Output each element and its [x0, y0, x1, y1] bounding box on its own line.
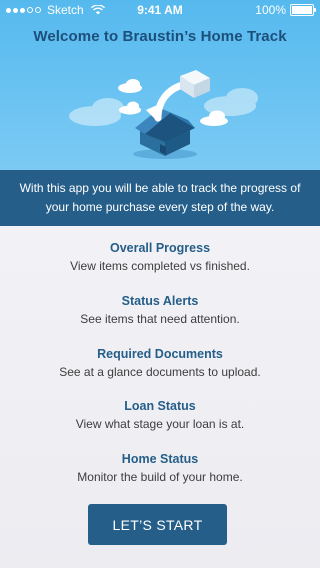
battery-icon — [290, 4, 316, 16]
feature-title: Overall Progress — [109, 241, 211, 255]
intro-text: With this app you will be able to track … — [19, 181, 301, 214]
feature-description: See at a glance documents to upload. — [59, 365, 261, 379]
status-right: 100% — [255, 3, 316, 17]
intro-banner: With this app you will be able to track … — [0, 170, 320, 226]
feature-title: Required Documents — [97, 347, 223, 361]
feature-title: Loan Status — [124, 399, 196, 413]
feature-description: Monitor the build of your home. — [77, 470, 243, 484]
feature-title: Status Alerts — [121, 294, 199, 308]
feature-description: View what stage your loan is at. — [75, 417, 245, 431]
feature-title: Home Status — [121, 452, 199, 466]
feature-overall-progress: Overall Progress View items completed vs… — [0, 240, 320, 275]
status-bar: Sketch 9:41 AM 100% — [0, 0, 320, 20]
feature-description: See items that need attention. — [80, 312, 240, 326]
hero-banner: Sketch 9:41 AM 100% Welcome to Braustin’… — [0, 0, 320, 170]
feature-required-documents: Required Documents See at a glance docum… — [0, 346, 320, 381]
feature-description: View items completed vs finished. — [70, 259, 250, 273]
feature-loan-status: Loan Status View what stage your loan is… — [0, 398, 320, 433]
welcome-screen: Sketch 9:41 AM 100% Welcome to Braustin’… — [0, 0, 320, 568]
lets-start-button[interactable]: LET’S START — [88, 504, 227, 545]
feature-home-status: Home Status Monitor the build of your ho… — [0, 451, 320, 486]
feature-status-alerts: Status Alerts See items that need attent… — [0, 293, 320, 328]
page-title: Welcome to Braustin’s Home Track — [33, 28, 287, 45]
house-with-arrow-icon — [69, 70, 258, 159]
battery-percent: 100% — [255, 3, 286, 17]
